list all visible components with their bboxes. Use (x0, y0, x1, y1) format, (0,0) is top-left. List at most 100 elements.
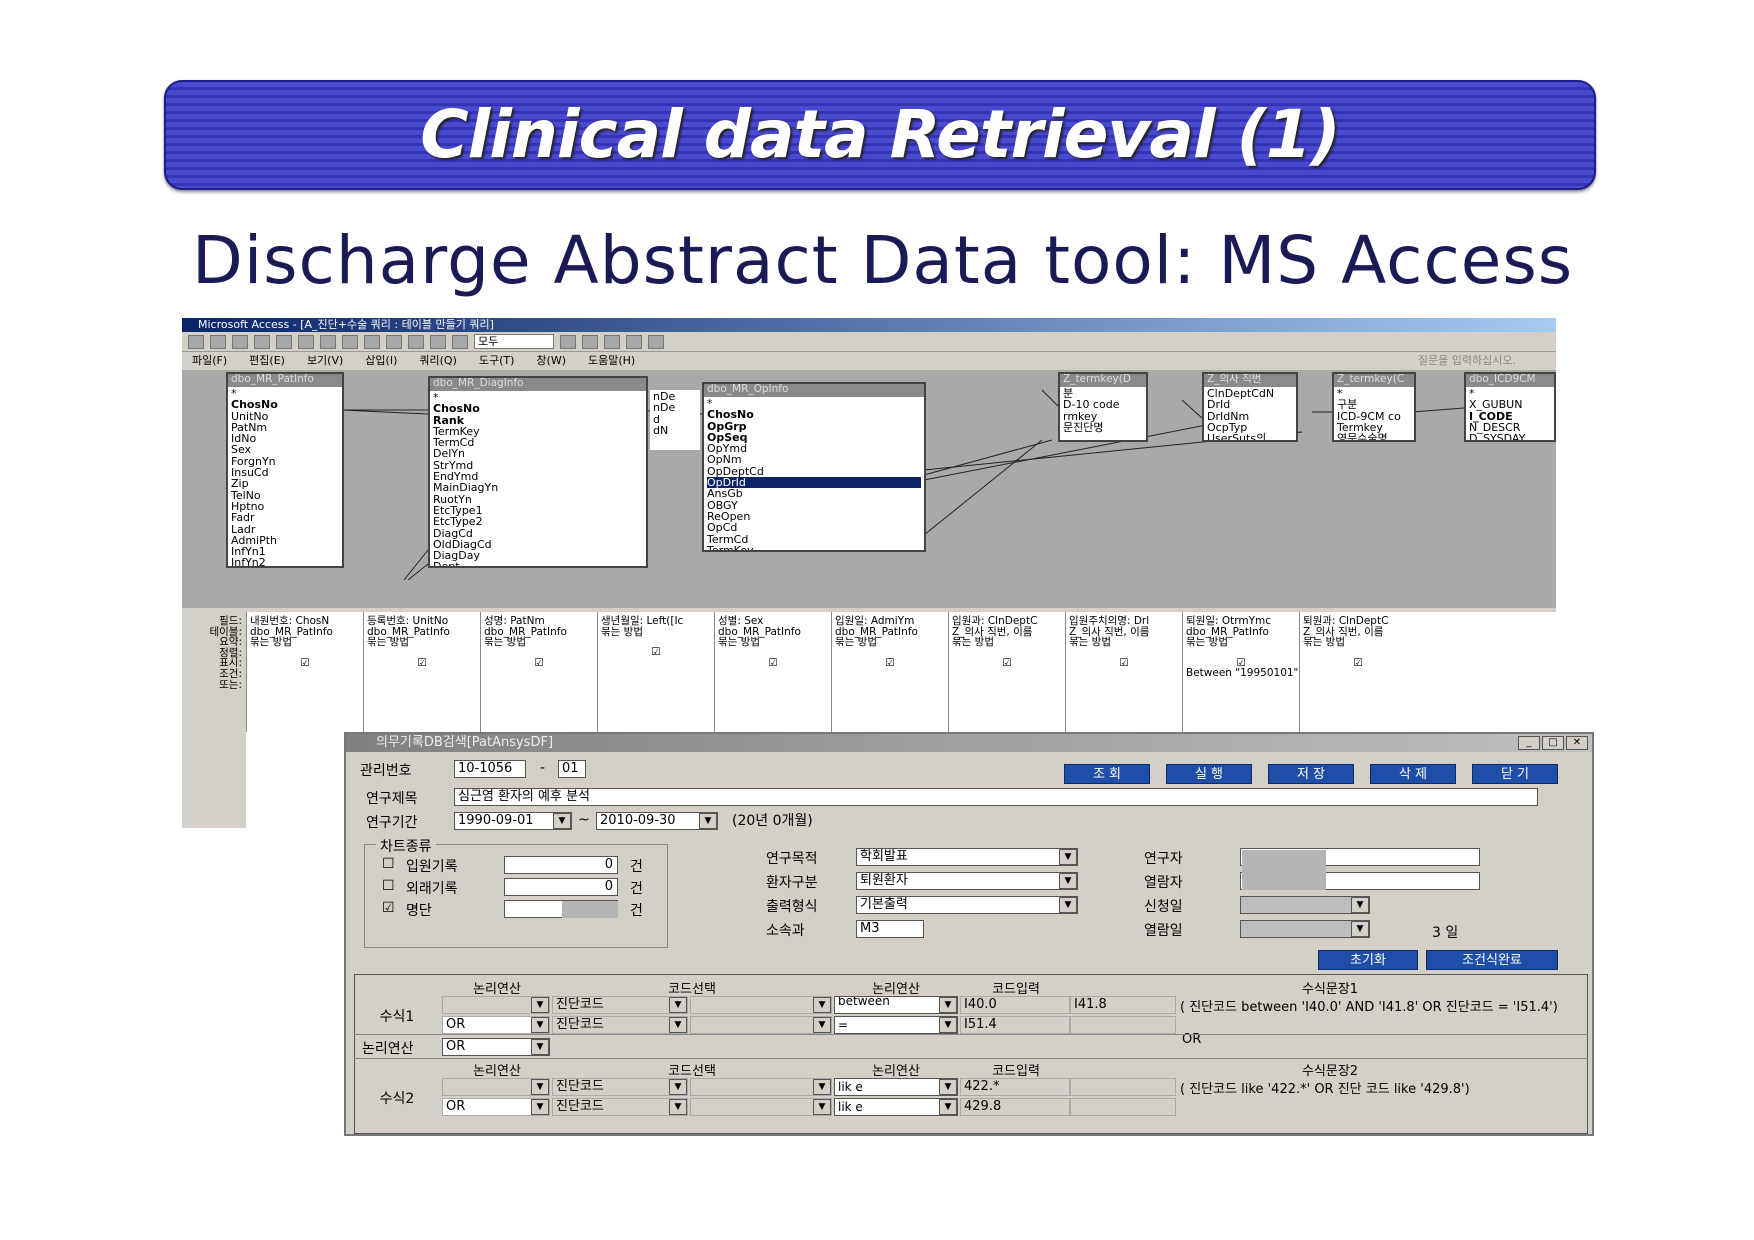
chevron-down-icon[interactable]: ▼ (531, 1079, 549, 1095)
close-form-button[interactable]: 닫 기 (1472, 764, 1558, 784)
show-table-icon[interactable] (430, 334, 446, 349)
patient-type-select[interactable]: 퇴원환자 ▼ (856, 872, 1078, 890)
reset-button[interactable]: 초기화 (1318, 950, 1418, 970)
grid-column[interactable]: 입원과: ClnDeptC Z_의사 직번, 이름 묶는 방법 ☑ (948, 612, 1065, 732)
table-field[interactable]: ReOpen (707, 511, 921, 523)
output-select[interactable]: 기본출력 ▼ (856, 896, 1078, 914)
chart-type-checkbox[interactable]: ☐ (382, 856, 395, 872)
grid-column[interactable]: 입원주치의명: Drl Z_의사 직번, 이름 묶는 방법 ☑ (1065, 612, 1182, 732)
logic-select[interactable]: lik e ▼ (834, 1078, 958, 1096)
table-field[interactable]: 영문수술명 (1337, 433, 1411, 440)
grid-cell-field[interactable]: 내원번호: ChosN (250, 616, 360, 627)
chevron-down-icon[interactable]: ▼ (939, 1099, 957, 1115)
chevron-down-icon[interactable]: ▼ (553, 813, 571, 829)
chevron-down-icon[interactable]: ▼ (1059, 849, 1077, 865)
logic-between-select[interactable]: OR ▼ (442, 1038, 550, 1056)
chevron-down-icon[interactable]: ▼ (939, 1079, 957, 1095)
grid-cell-sum[interactable]: 묶는 방법 (1303, 637, 1413, 648)
chevron-down-icon[interactable]: ▼ (939, 997, 957, 1013)
logic-op-select[interactable]: OR ▼ (442, 1016, 550, 1034)
code-select[interactable]: 진단코드 ▼ (552, 1078, 688, 1096)
chevron-down-icon[interactable]: ▼ (669, 1099, 687, 1115)
save-button[interactable]: 저 장 (1268, 764, 1354, 784)
menu-view[interactable]: 보기(V) (307, 352, 343, 368)
table-field[interactable]: DrId (1207, 399, 1293, 411)
logic-select[interactable]: lik e ▼ (834, 1098, 958, 1116)
grid-column[interactable]: 입원일: AdmiYm dbo_MR_PatInfo 묶는 방법 ☑ (831, 612, 948, 732)
show-checkbox[interactable]: ☑ (718, 658, 828, 669)
grid-column[interactable]: 퇴원일: OtrmYmc dbo_MR_PatInfo 묶는 방법 ☑ Between … (1182, 612, 1299, 732)
show-checkbox[interactable]: ☑ (952, 658, 1062, 669)
grid-cell-sum[interactable]: 묶는 방법 (250, 637, 360, 648)
code-input-1[interactable]: I40.0 (960, 996, 1070, 1014)
menu-file[interactable]: 파일(F) (192, 352, 227, 368)
grid-cell-sum[interactable]: 묶는 방법 (484, 637, 594, 648)
grid-column[interactable]: 생년월일: Left([Ic 묶는 방법 ☑ (597, 612, 714, 732)
menu-window[interactable]: 창(W) (536, 352, 566, 368)
code-select[interactable]: 진단코드 ▼ (552, 996, 688, 1014)
chevron-down-icon[interactable]: ▼ (531, 1039, 549, 1055)
chevron-down-icon[interactable]: ▼ (531, 1099, 549, 1115)
grid-cell-sum[interactable]: 묶는 방법 (1186, 637, 1296, 648)
table-termkey-c[interactable]: Z_termkey(C * 구분 ICD-9CM co Termkey 영문수술명 (1332, 372, 1416, 442)
build-icon[interactable] (582, 334, 598, 349)
dept-input[interactable]: M3 (856, 920, 924, 938)
chevron-down-icon[interactable]: ▼ (1351, 921, 1369, 937)
grid-cell-field[interactable]: 성명: PatNm (484, 616, 594, 627)
logic-op-select[interactable]: OR ▼ (442, 1098, 550, 1116)
chevron-down-icon[interactable]: ▼ (531, 1017, 549, 1033)
code-input-2[interactable] (1070, 1078, 1176, 1096)
table-field[interactable]: X_GUBUN (1469, 399, 1551, 411)
table-field[interactable]: nDe (653, 402, 697, 414)
copy-icon[interactable] (298, 334, 314, 349)
preview-icon[interactable] (254, 334, 270, 349)
grid-cell-field[interactable]: 성별: Sex (718, 616, 828, 627)
database-window-icon[interactable] (604, 334, 620, 349)
code-detail-select[interactable]: ▼ (690, 1078, 832, 1096)
chevron-down-icon[interactable]: ▼ (669, 1017, 687, 1033)
grid-cell-field[interactable]: 입원주치의명: Drl (1069, 616, 1179, 627)
chevron-down-icon[interactable]: ▼ (939, 1017, 957, 1033)
new-object-icon[interactable] (626, 334, 642, 349)
complete-condition-button[interactable]: 조건식완료 (1426, 950, 1558, 970)
grid-cell-sum[interactable]: 묶는 방법 (835, 637, 945, 648)
grid-cell-field[interactable]: 등록번호: UnitNo (367, 616, 477, 627)
field-list[interactable]: * X_GUBUN I_CODE N_DESCR D_SYSDAY (1466, 387, 1554, 440)
grid-cell-field[interactable]: 입원과: ClnDeptC (952, 616, 1062, 627)
table-doctor[interactable]: Z_의사 직번 ClnDeptCdN DrId DrIdNm OcpTyp UserSu… (1202, 372, 1298, 442)
show-checkbox[interactable]: ☑ (484, 658, 594, 669)
grid-cell-condition[interactable]: Between "19950101" (1186, 668, 1298, 679)
chevron-down-icon[interactable]: ▼ (813, 1017, 831, 1033)
maximize-button[interactable]: □ (1542, 736, 1564, 750)
show-checkbox[interactable]: ☑ (367, 658, 477, 669)
logic-op-select[interactable]: ▼ (442, 1078, 550, 1096)
table-field[interactable]: 구분 (1337, 399, 1411, 411)
menu-help[interactable]: 도움말(H) (588, 352, 635, 368)
chevron-down-icon[interactable]: ▼ (813, 1099, 831, 1115)
grid-cell-sum[interactable]: 묶는 방법 (718, 637, 828, 648)
show-checkbox[interactable]: ☑ (835, 658, 945, 669)
field-list[interactable]: ClnDeptCdN DrId DrIdNm OcpTyp UserSuts의 (1204, 387, 1296, 440)
chevron-down-icon[interactable]: ▼ (669, 1079, 687, 1095)
grid-column[interactable]: 성명: PatNm dbo_MR_PatInfo 묶는 방법 ☑ (480, 612, 597, 732)
query-type-icon[interactable] (386, 334, 402, 349)
grid-cell-sum[interactable]: 묶는 방법 (1069, 637, 1179, 648)
table-field[interactable]: TermKey (707, 545, 921, 550)
table-field[interactable]: dN (653, 425, 697, 437)
table-termkey-d[interactable]: Z_termkey(D 분 D-10 code rmkey 문진단명 (1058, 372, 1148, 442)
table-field[interactable]: Fadr (231, 512, 339, 524)
grid-column[interactable]: 내원번호: ChosN dbo_MR_PatInfo 묶는 방법 ☑ (246, 612, 363, 732)
chevron-down-icon[interactable]: ▼ (699, 813, 717, 829)
table-field[interactable]: 문진단명 (1063, 422, 1143, 434)
grid-cell-field[interactable]: 생년월일: Left([Ic (601, 616, 711, 627)
code-detail-select[interactable]: ▼ (690, 1016, 832, 1034)
chevron-down-icon[interactable]: ▼ (531, 997, 549, 1013)
search-button[interactable]: 조 회 (1064, 764, 1150, 784)
table-patinfo[interactable]: dbo_MR_PatInfo * ChosNo UnitNo PatNm IdNo Sex… (226, 372, 344, 568)
code-input-2[interactable]: I41.8 (1070, 996, 1176, 1014)
field-list[interactable]: * 구분 ICD-9CM co Termkey 영문수술명 (1334, 387, 1414, 440)
properties-icon[interactable] (560, 334, 576, 349)
code-detail-select[interactable]: ▼ (690, 996, 832, 1014)
menu-tools[interactable]: 도구(T) (479, 352, 515, 368)
mgmt-sub-input[interactable]: 01 (558, 760, 586, 778)
